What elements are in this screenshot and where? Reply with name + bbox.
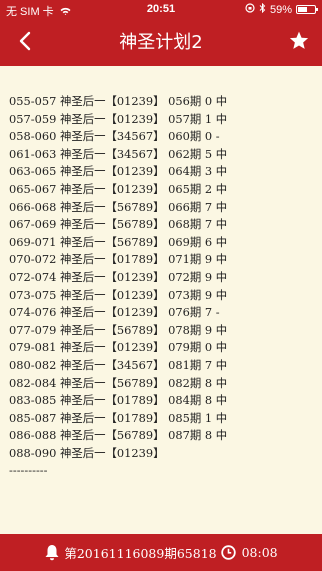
- plan-row: 088-090 神圣后一【01239】: [9, 445, 165, 460]
- plan-row: 083-085 神圣后一【01789】 084期 8 中: [9, 393, 228, 408]
- plan-row: 066-068 神圣后一【56789】 066期 7 中: [9, 199, 228, 214]
- chevron-left-icon: [19, 31, 31, 51]
- favorite-button[interactable]: [284, 25, 314, 55]
- plan-row: 061-063 神圣后一【34567】 062期 5 中: [9, 146, 228, 161]
- battery-percent: 59%: [269, 3, 292, 16]
- status-bar: 无 SIM 卡 20:51 59%: [0, 0, 322, 20]
- bluetooth-icon: [259, 2, 266, 16]
- footer-time: 08:08: [241, 545, 278, 560]
- battery-icon: [296, 5, 318, 14]
- plan-row: 082-084 神圣后一【56789】 082期 8 中: [9, 375, 228, 390]
- plan-row: 085-087 神圣后一【01789】 085期 1 中: [9, 410, 228, 425]
- issue-text: 第20161116089期65818: [64, 546, 217, 561]
- plan-row: 072-074 神圣后一【01239】 072期 9 中: [9, 269, 228, 284]
- plan-list: 055-057 神圣后一【01239】 056期 0 中 057-059 神圣后一…: [9, 93, 318, 480]
- bell-icon: [44, 544, 60, 561]
- app-header: 无 SIM 卡 20:51 59% 神圣计划2: [0, 0, 322, 66]
- plan-row: ----------: [9, 463, 48, 478]
- plan-row: 065-067 神圣后一【01239】 065期 2 中: [9, 181, 228, 196]
- page-title: 神圣计划2: [119, 32, 203, 53]
- plan-row: 063-065 神圣后一【01239】 064期 3 中: [9, 164, 228, 179]
- plan-row: 067-069 神圣后一【56789】 068期 7 中: [9, 217, 228, 232]
- back-button[interactable]: [10, 26, 40, 56]
- battery-fill: [298, 7, 307, 12]
- plan-row: 055-057 神圣后一【01239】 056期 0 中: [9, 94, 228, 108]
- navigation-bar: 神圣计划2: [0, 20, 322, 66]
- plan-row: 070-072 神圣后一【01789】 071期 9 中: [9, 252, 228, 267]
- plan-row: 080-082 神圣后一【34567】 081期 7 中: [9, 357, 228, 372]
- clock-icon: [220, 545, 236, 560]
- plan-row: 057-059 神圣后一【01239】 057期 1 中: [9, 111, 228, 126]
- plan-row: 086-088 神圣后一【56789】 087期 8 中: [9, 428, 228, 443]
- orientation-lock-icon: [245, 3, 255, 16]
- star-icon: [289, 31, 309, 49]
- plan-row: 058-060 神圣后一【34567】 060期 0 -: [9, 129, 220, 144]
- plan-row: 073-075 神圣后一【01239】 073期 9 中: [9, 287, 228, 302]
- plan-row: 069-071 神圣后一【56789】 069期 6 中: [9, 234, 228, 249]
- status-right: 59%: [245, 2, 318, 16]
- plan-row: 074-076 神圣后一【01239】 076期 7 -: [9, 305, 220, 320]
- footer-bar: 第20161116089期65818 08:08: [0, 534, 322, 571]
- plan-row: 077-079 神圣后一【56789】 078期 9 中: [9, 322, 228, 337]
- plan-row: 079-081 神圣后一【01239】 079期 0 中: [9, 340, 228, 355]
